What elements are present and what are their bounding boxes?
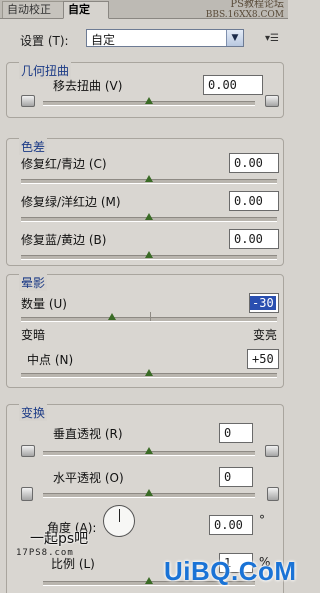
settings-dropdown[interactable]: 自定 ▼ bbox=[86, 29, 244, 47]
tab-auto-correction[interactable]: 自动校正 bbox=[2, 1, 68, 18]
vertical-perspective-input[interactable]: 0 bbox=[219, 423, 253, 443]
scale-slider-thumb[interactable] bbox=[145, 577, 153, 584]
amount-center-tick bbox=[150, 312, 151, 321]
midpoint-slider-thumb[interactable] bbox=[145, 369, 153, 376]
remove-distortion-input[interactable]: 0.00 bbox=[203, 75, 263, 95]
horizontal-perspective-input[interactable]: 0 bbox=[219, 467, 253, 487]
blue-yellow-input[interactable]: 0.00 bbox=[229, 229, 279, 249]
tab-custom[interactable]: 自定 bbox=[63, 1, 109, 19]
vertical-perspective-label: 垂直透视 (R) bbox=[53, 427, 123, 441]
lighten-label: 变亮 bbox=[253, 328, 278, 342]
panel-menu-icon[interactable]: ▾☰ bbox=[265, 33, 279, 44]
green-magenta-input[interactable]: 0.00 bbox=[229, 191, 279, 211]
pincushion-icon bbox=[21, 95, 35, 107]
watermark-top-line2: BBS.16XX8.COM bbox=[205, 10, 284, 20]
amount-input[interactable]: -30 bbox=[249, 293, 279, 313]
watermark-bottom-text: 一起ps吧 bbox=[30, 531, 89, 547]
group-title-chromatic: 色差 bbox=[19, 138, 48, 155]
green-magenta-slider-thumb[interactable] bbox=[145, 213, 153, 220]
settings-row: 设置 (T): 自定 ▼ ▾☰ bbox=[0, 28, 288, 50]
group-title-vignette: 晕影 bbox=[19, 274, 48, 291]
amount-value: -30 bbox=[250, 296, 276, 310]
darken-label: 变暗 bbox=[21, 328, 46, 342]
tab-bar: 自动校正 自定 PS教程论坛 BBS.16XX8.COM bbox=[0, 0, 288, 20]
midpoint-input[interactable]: +50 bbox=[247, 349, 279, 369]
vertical-perspective-min-icon bbox=[21, 445, 35, 457]
vertical-perspective-max-icon bbox=[265, 445, 279, 457]
watermark-uibq-logo: UiBQ.CoM bbox=[164, 556, 297, 586]
angle-input[interactable]: 0.00 bbox=[209, 515, 253, 535]
chevron-down-icon[interactable]: ▼ bbox=[226, 30, 243, 46]
amount-label: 数量 (U) bbox=[21, 297, 67, 311]
horizontal-perspective-slider-thumb[interactable] bbox=[145, 489, 153, 496]
horizontal-perspective-min-icon bbox=[21, 487, 33, 501]
midpoint-label: 中点 (N) bbox=[27, 353, 74, 367]
red-cyan-label: 修复红/青边 (C) bbox=[21, 157, 107, 171]
amount-slider-thumb[interactable] bbox=[108, 313, 116, 320]
horizontal-perspective-max-icon bbox=[267, 487, 279, 501]
green-magenta-label: 修复绿/洋红边 (M) bbox=[21, 195, 121, 209]
blue-yellow-slider-thumb[interactable] bbox=[145, 251, 153, 258]
remove-distortion-slider-thumb[interactable] bbox=[145, 97, 153, 104]
settings-label: 设置 (T): bbox=[20, 34, 69, 48]
blue-yellow-label: 修复蓝/黄边 (B) bbox=[21, 233, 107, 247]
watermark-top: PS教程论坛 BBS.16XX8.COM bbox=[206, 0, 284, 20]
amount-track[interactable] bbox=[21, 317, 277, 322]
remove-distortion-label: 移去扭曲 (V) bbox=[53, 79, 123, 93]
group-vignette: 晕影 数量 (U) -30 变暗 变亮 中点 (N) +50 bbox=[6, 274, 284, 388]
group-geometric-distortion: 几何扭曲 移去扭曲 (V) 0.00 bbox=[6, 62, 284, 118]
barrel-icon bbox=[265, 95, 279, 107]
group-title-transform: 变换 bbox=[19, 404, 48, 421]
group-chromatic-aberration: 色差 修复红/青边 (C) 0.00 修复绿/洋红边 (M) 0.00 修复蓝/… bbox=[6, 138, 284, 266]
watermark-bottom-url: 17PS8.com bbox=[16, 548, 74, 558]
watermark-top-line1: PS教程论坛 bbox=[230, 0, 284, 10]
red-cyan-slider-thumb[interactable] bbox=[145, 175, 153, 182]
red-cyan-input[interactable]: 0.00 bbox=[229, 153, 279, 173]
angle-dial[interactable] bbox=[103, 505, 135, 537]
angle-dial-needle bbox=[119, 509, 120, 522]
vertical-perspective-slider-thumb[interactable] bbox=[145, 447, 153, 454]
horizontal-perspective-label: 水平透视 (O) bbox=[53, 471, 124, 485]
settings-value: 自定 bbox=[91, 33, 116, 47]
angle-unit: ° bbox=[259, 513, 265, 527]
